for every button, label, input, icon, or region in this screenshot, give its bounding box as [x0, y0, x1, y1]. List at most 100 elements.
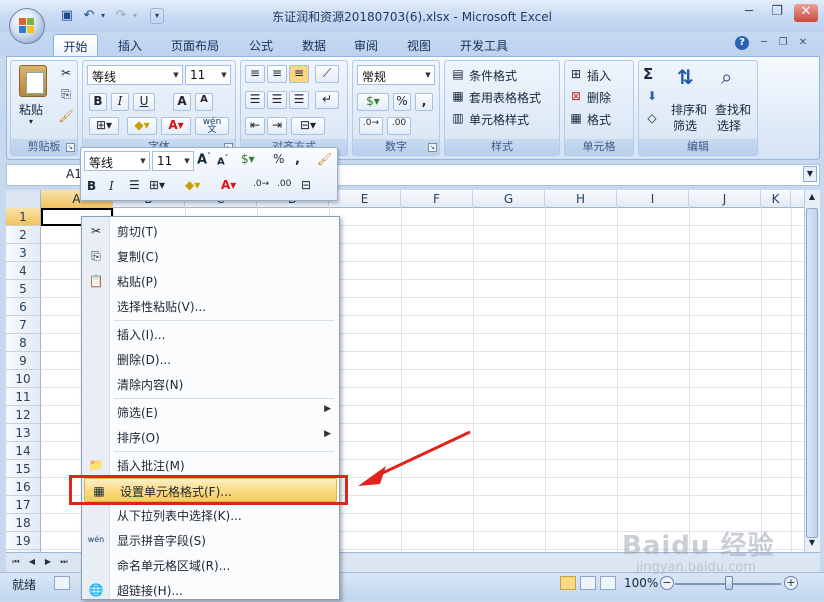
context-menu-item[interactable]: 📋 粘贴(P) [82, 269, 339, 293]
increase-decimal-icon[interactable]: .0→ [359, 117, 383, 135]
format-painter-icon[interactable]: 🖌 [57, 107, 75, 125]
context-menu-item[interactable]: 🌐 超链接(H)... [82, 578, 339, 602]
decrease-decimal-icon[interactable]: .00 [387, 117, 411, 135]
font-color-icon[interactable]: A▾ [161, 117, 191, 135]
chevron-down-icon[interactable]: ▼ [181, 152, 193, 170]
align-right-icon[interactable]: ☰ [289, 91, 309, 109]
mini-merge-icon[interactable]: ⊟ [301, 178, 311, 192]
comma-button[interactable]: , [415, 93, 433, 111]
help-icon[interactable]: ? [735, 36, 749, 50]
format-cells-icon[interactable]: ▦ [567, 109, 585, 127]
mini-font-color-icon[interactable]: A▾ [221, 178, 236, 192]
underline-button[interactable]: U [133, 93, 155, 111]
decrease-indent-icon[interactable]: ⇤ [245, 117, 265, 135]
tab-page-layout[interactable]: 页面布局 [163, 34, 227, 56]
tab-insert[interactable]: 插入 [108, 34, 152, 56]
chevron-down-icon[interactable]: ▼ [137, 152, 149, 170]
format-cells-button[interactable]: 格式 [587, 111, 611, 128]
doc-restore-button[interactable]: ❐ [776, 36, 790, 50]
context-menu-item[interactable]: 插入(I)... [82, 322, 339, 346]
context-menu-item[interactable]: 选择性粘贴(V)... [82, 294, 339, 318]
tab-data[interactable]: 数据 [292, 34, 336, 56]
context-menu-item[interactable]: ✂ 剪切(T) [82, 219, 339, 243]
mini-comma-button[interactable]: , [295, 152, 300, 167]
align-top-icon[interactable]: ≡ [245, 65, 265, 83]
align-center-icon[interactable]: ☰ [267, 91, 287, 109]
shrink-font-button[interactable]: A [195, 93, 213, 111]
mini-grow-font-icon[interactable]: A˄ [197, 152, 211, 167]
tab-developer[interactable]: 开发工具 [452, 34, 516, 56]
sort-filter-label-1[interactable]: 排序和 [671, 101, 707, 118]
mini-font-name-combo[interactable]: 等线 ▼ [84, 151, 150, 171]
tab-home[interactable]: 开始 [53, 34, 98, 56]
align-left-icon[interactable]: ☰ [245, 91, 265, 109]
chevron-down-icon[interactable]: ▼ [218, 66, 230, 84]
cut-icon[interactable]: ✂ [57, 64, 75, 82]
conditional-format-icon[interactable]: ▤ [449, 65, 467, 83]
borders-icon[interactable]: ⊞▾ [89, 117, 119, 135]
delete-cells-icon[interactable]: ⊠ [567, 87, 585, 105]
close-button[interactable]: ✕ [794, 4, 818, 22]
align-bottom-icon[interactable]: ≡ [289, 65, 309, 83]
context-menu-item[interactable]: 命名单元格区域(R)... [82, 553, 339, 577]
font-name-combo[interactable]: 等线 ▼ [87, 65, 183, 85]
orientation-icon[interactable]: ⟋ [315, 65, 339, 83]
delete-cells-button[interactable]: 删除 [587, 89, 611, 106]
italic-button[interactable]: I [111, 93, 129, 111]
align-middle-icon[interactable]: ≡ [267, 65, 287, 83]
mini-borders-icon[interactable]: ⊞▾ [149, 178, 165, 192]
copy-icon[interactable]: ⎘ [57, 85, 75, 103]
context-menu-item[interactable]: 清除内容(N) [82, 372, 339, 396]
context-menu-item[interactable]: ⎘ 复制(C) [82, 244, 339, 268]
bold-button[interactable]: B [89, 93, 107, 111]
formula-bar-expand-icon[interactable]: ▼ [803, 166, 817, 182]
mini-increase-decimal-icon[interactable]: .0→ [253, 179, 269, 189]
vertical-scroll-thumb[interactable] [806, 208, 818, 538]
context-menu-item[interactable]: 从下拉列表中选择(K)... [82, 503, 339, 527]
sort-filter-icon[interactable]: ⇅ [677, 65, 694, 89]
cell-styles-button[interactable]: 单元格样式 [469, 111, 529, 128]
minimize-button[interactable]: ─ [738, 4, 760, 22]
mini-shrink-font-icon[interactable]: A˅ [217, 154, 228, 167]
last-sheet-icon[interactable]: ⏭ [58, 556, 70, 568]
insert-cells-button[interactable]: 插入 [587, 67, 611, 84]
scroll-up-icon[interactable]: ▲ [806, 192, 818, 206]
conditional-format-button[interactable]: 条件格式 [469, 67, 517, 84]
mini-fill-color-icon[interactable]: ◆▾ [185, 178, 200, 192]
number-format-combo[interactable]: 常规 ▼ [357, 65, 435, 85]
format-as-table-button[interactable]: 套用表格格式 [469, 89, 541, 106]
prev-sheet-icon[interactable]: ◀ [26, 556, 38, 568]
tab-formulas[interactable]: 公式 [240, 34, 282, 56]
doc-minimize-button[interactable]: ─ [757, 36, 771, 50]
context-menu-item[interactable]: wén 显示拼音字段(S) [82, 528, 339, 552]
normal-view-button[interactable] [560, 576, 576, 590]
fill-color-icon[interactable]: ◆▾ [127, 117, 157, 135]
find-select-label-2[interactable]: 选择 [717, 117, 741, 134]
mini-font-size-combo[interactable]: 11 ▼ [152, 151, 194, 171]
mini-italic-button[interactable]: I [109, 179, 114, 193]
merge-center-icon[interactable]: ⊟▾ [291, 117, 325, 135]
context-menu-item[interactable]: 排序(O) ▶ [82, 425, 339, 449]
phonetic-guide-icon[interactable]: wén 文 [195, 117, 229, 135]
currency-icon[interactable]: $▾ [357, 93, 389, 111]
number-launcher-icon[interactable]: ↘ [428, 143, 437, 152]
macro-record-icon[interactable] [54, 576, 70, 590]
mini-percent-button[interactable]: % [273, 152, 284, 166]
fill-icon[interactable]: ⬇ [643, 87, 661, 105]
doc-close-button[interactable]: ✕ [796, 36, 810, 50]
mini-format-painter-icon[interactable]: 🖌 [317, 152, 332, 166]
tab-review[interactable]: 审阅 [344, 34, 388, 56]
context-menu-item[interactable]: 📁 插入批注(M) [82, 453, 339, 477]
clipboard-launcher-icon[interactable]: ↘ [66, 143, 75, 152]
chevron-down-icon[interactable]: ▼ [170, 66, 182, 84]
clear-icon[interactable]: ◇ [643, 109, 661, 127]
increase-indent-icon[interactable]: ⇥ [267, 117, 287, 135]
insert-cells-icon[interactable]: ⊞ [567, 65, 585, 83]
binoculars-icon[interactable]: ⌕ [721, 65, 732, 89]
paste-icon[interactable] [19, 65, 47, 97]
next-sheet-icon[interactable]: ▶ [42, 556, 54, 568]
sort-filter-label-2[interactable]: 筛选 [673, 117, 697, 134]
mini-center-icon[interactable]: ☰ [129, 178, 140, 192]
context-menu-item[interactable]: 筛选(E) ▶ [82, 400, 339, 424]
cell-styles-icon[interactable]: ▥ [449, 109, 467, 127]
